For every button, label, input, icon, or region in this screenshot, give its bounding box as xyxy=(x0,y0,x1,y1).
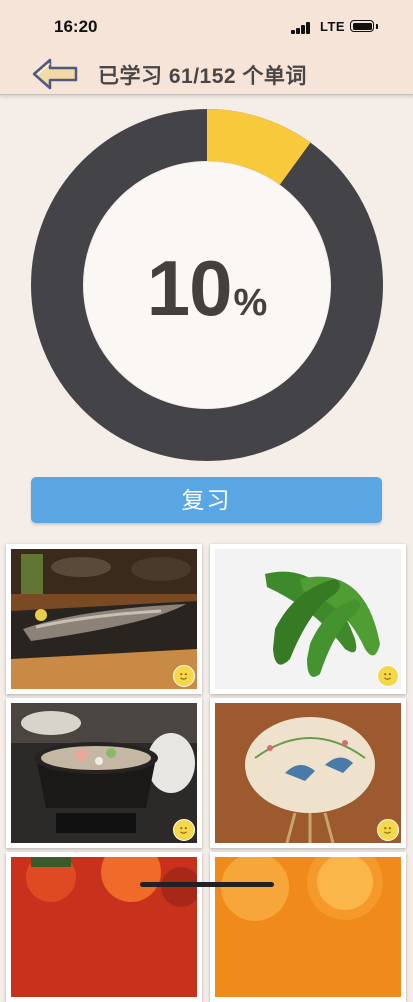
smiley-icon xyxy=(173,819,195,841)
orange-slices-photo xyxy=(215,857,401,997)
home-indicator xyxy=(140,882,274,887)
smiley-icon xyxy=(377,665,399,687)
word-card[interactable] xyxy=(210,544,406,694)
word-card[interactable] xyxy=(6,852,202,1002)
progress-arc xyxy=(206,109,311,186)
signal-bars-icon xyxy=(291,22,313,34)
bitter-melon-photo xyxy=(215,549,401,689)
network-type: LTE xyxy=(320,19,346,34)
smiley-icon xyxy=(173,665,195,687)
left-arrow-icon xyxy=(32,58,78,90)
page-title: 已学习 61/152 个单词 xyxy=(98,65,307,88)
battery-icon xyxy=(350,20,374,32)
grilled-fish-photo xyxy=(11,549,197,689)
hot-pot-photo xyxy=(11,703,197,843)
uchiwa-fan-photo xyxy=(215,703,401,843)
maple-leaves-photo xyxy=(11,857,197,997)
progress-unit: % xyxy=(233,282,268,324)
progress-value: 10 xyxy=(146,244,233,332)
progress-readout: 10% xyxy=(31,243,383,334)
status-time: 16:20 xyxy=(54,17,98,36)
word-card[interactable] xyxy=(6,698,202,848)
review-button[interactable]: 复习 xyxy=(31,477,382,523)
smiley-icon xyxy=(377,819,399,841)
battery-tip xyxy=(376,24,378,29)
word-card[interactable] xyxy=(6,544,202,694)
word-card[interactable] xyxy=(210,698,406,848)
word-card[interactable] xyxy=(210,852,406,1002)
back-button[interactable] xyxy=(30,56,80,92)
